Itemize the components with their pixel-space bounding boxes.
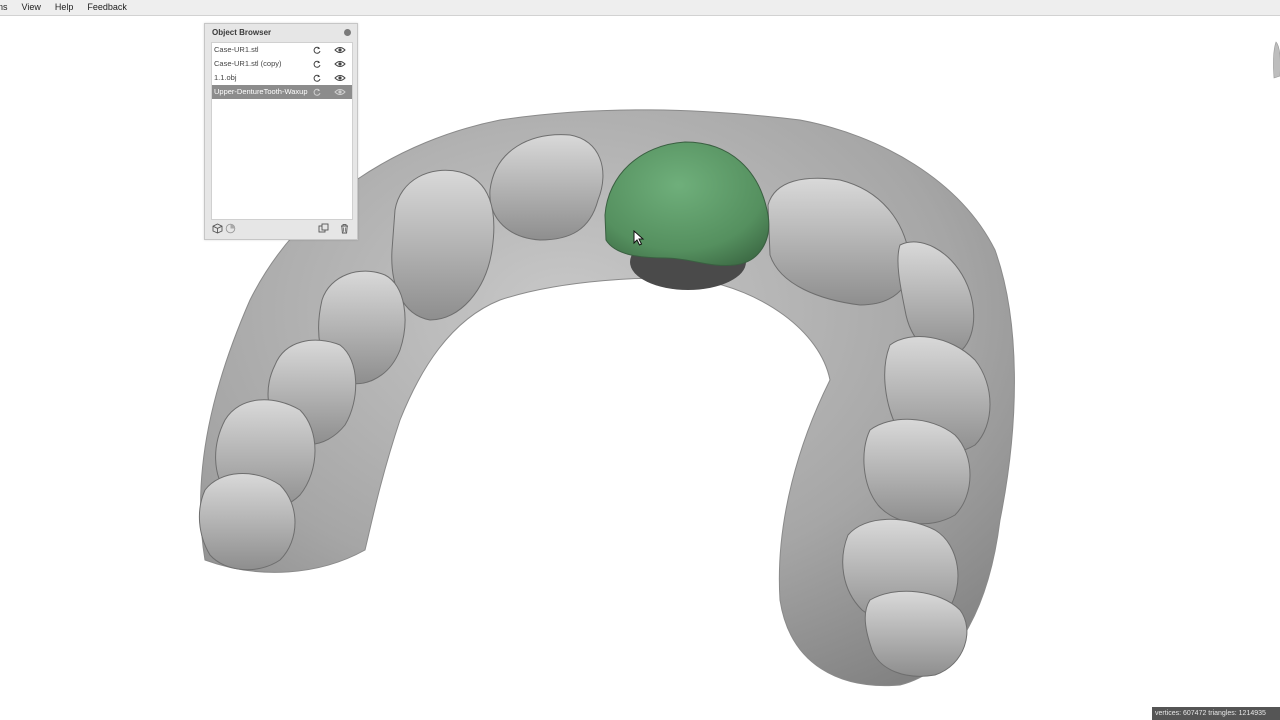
eye-icon[interactable] <box>334 45 346 55</box>
dental-arch-model <box>198 109 1015 687</box>
edge-object <box>1273 41 1280 79</box>
duplicate-icon[interactable] <box>318 223 329 234</box>
object-browser-panel: Object Browser Case-UR1.stl Case-UR1.stl… <box>204 23 358 240</box>
trash-icon[interactable] <box>339 223 350 234</box>
object-name: Case-UR1.stl <box>214 45 259 54</box>
close-icon[interactable] <box>344 29 351 36</box>
mouse-cursor-icon <box>633 230 645 246</box>
eye-icon[interactable] <box>334 87 346 97</box>
list-item[interactable]: 1.1.obj <box>212 71 352 85</box>
list-item[interactable]: Case-UR1.stl <box>212 43 352 57</box>
list-item-selected[interactable]: Upper-DentureTooth-Waxup <box>212 85 352 99</box>
object-list: Case-UR1.stl Case-UR1.stl (copy) 1.1.obj… <box>211 42 353 220</box>
refresh-icon[interactable] <box>312 45 322 55</box>
3d-viewport[interactable] <box>0 16 1280 720</box>
panel-title: Object Browser <box>212 28 272 37</box>
object-name: Case-UR1.stl (copy) <box>214 59 282 68</box>
refresh-icon[interactable] <box>312 59 322 69</box>
refresh-icon[interactable] <box>312 73 322 83</box>
object-name: 1.1.obj <box>214 73 237 82</box>
pie-icon[interactable] <box>225 223 236 234</box>
refresh-icon[interactable] <box>312 87 322 97</box>
tooth-left-molar2 <box>198 473 296 571</box>
panel-footer <box>212 223 352 235</box>
eye-icon[interactable] <box>334 59 346 69</box>
list-item[interactable]: Case-UR1.stl (copy) <box>212 57 352 71</box>
object-name: Upper-DentureTooth-Waxup <box>214 87 308 96</box>
eye-icon[interactable] <box>334 73 346 83</box>
status-bar: vertices: 607472 triangles: 1214935 <box>1152 707 1280 720</box>
cube-icon[interactable] <box>212 223 223 234</box>
